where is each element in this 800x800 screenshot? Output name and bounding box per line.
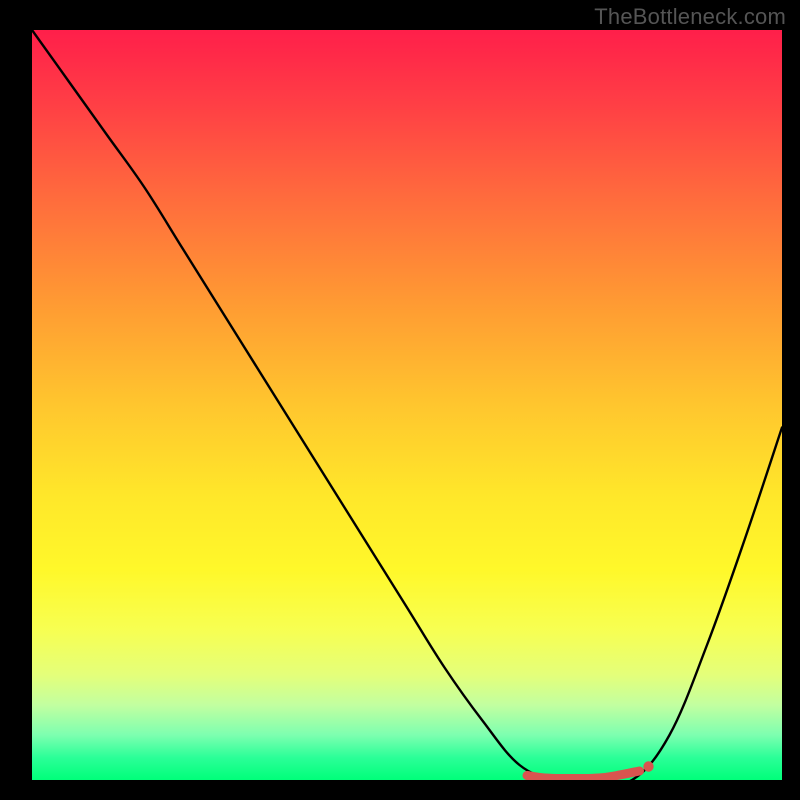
watermark-text: TheBottleneck.com: [594, 4, 786, 30]
optimal-zone-markers: [527, 761, 654, 778]
chart-root: TheBottleneck.com: [0, 0, 800, 800]
optimal-zone-underline: [527, 771, 640, 779]
optimal-zone-end-dot: [643, 761, 653, 771]
plot-area: [32, 30, 782, 780]
curve-layer: [32, 30, 782, 780]
bottleneck-curve: [32, 30, 782, 780]
